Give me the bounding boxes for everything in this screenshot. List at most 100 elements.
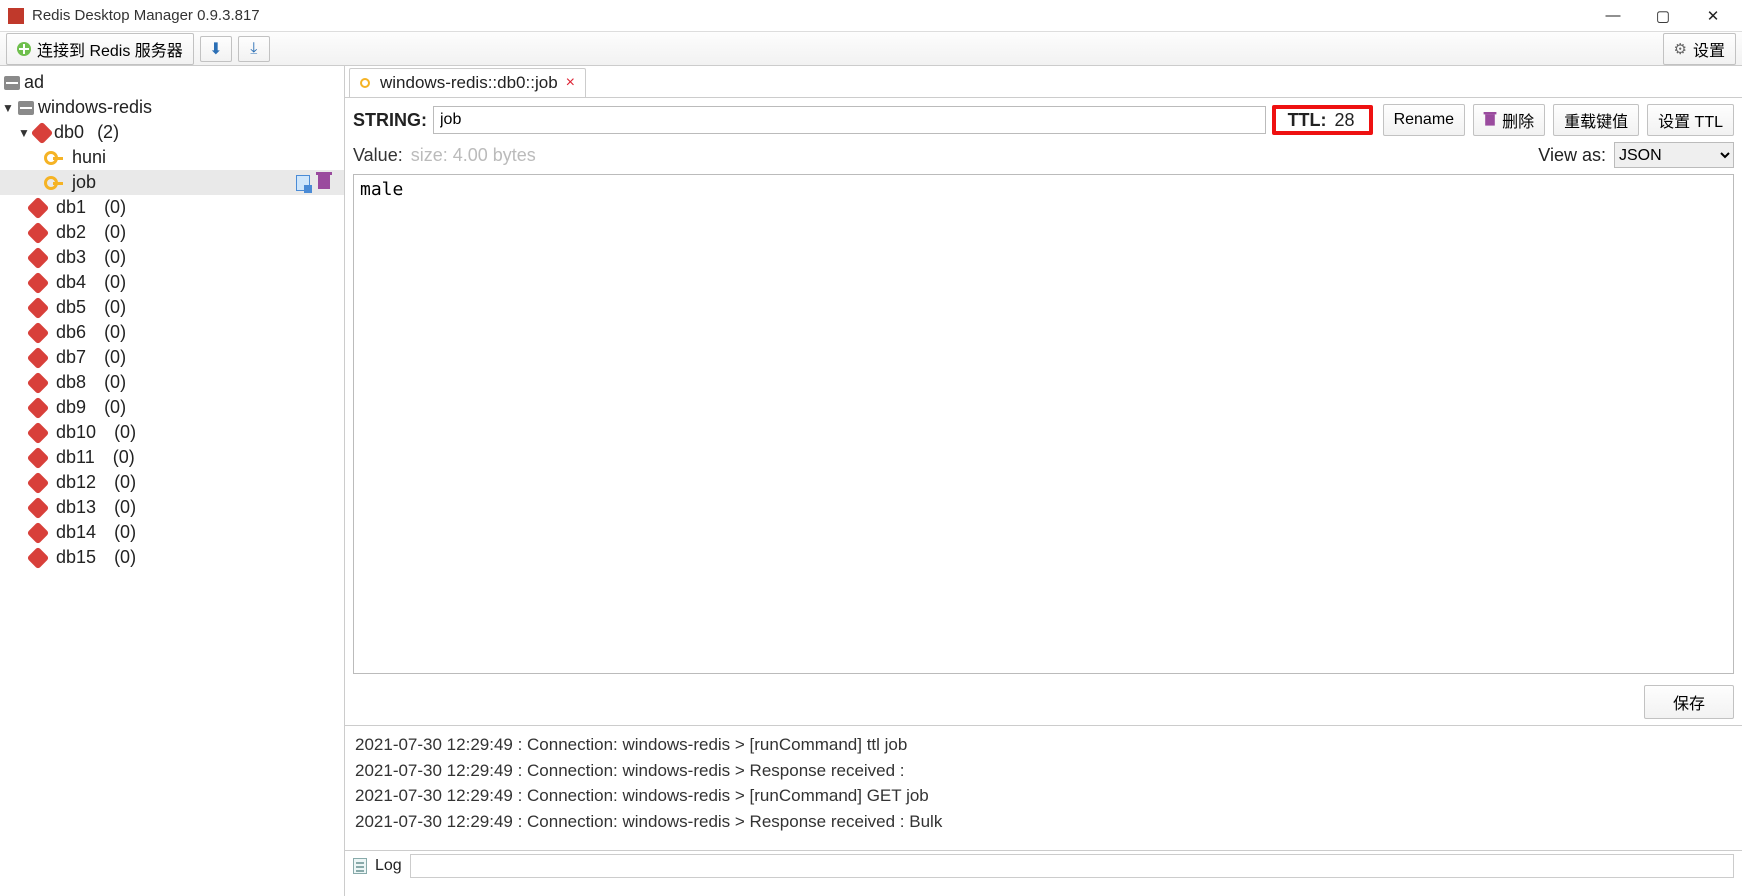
log-line: 2021-07-30 12:29:49 : Connection: window… bbox=[355, 783, 1732, 809]
database-icon bbox=[27, 546, 50, 569]
db-item-db0[interactable]: ▼ db0 (2) bbox=[0, 120, 344, 145]
db-name: db5 bbox=[56, 297, 86, 318]
key-name-input[interactable] bbox=[433, 106, 1266, 134]
db-item-db9[interactable]: db9 (0) bbox=[0, 395, 344, 420]
value-header: Value: size: 4.00 bytes View as: JSON bbox=[345, 142, 1742, 174]
delete-button[interactable]: 删除 bbox=[1473, 104, 1545, 136]
ttl-value: 28 bbox=[1335, 110, 1355, 131]
db-name: db10 bbox=[56, 422, 96, 443]
database-icon bbox=[27, 221, 50, 244]
db-item-db12[interactable]: db12 (0) bbox=[0, 470, 344, 495]
key-item-huni[interactable]: huni bbox=[0, 145, 344, 170]
key-item-job[interactable]: job bbox=[0, 170, 344, 195]
key-icon bbox=[44, 176, 58, 190]
plus-icon bbox=[17, 42, 31, 56]
command-input[interactable] bbox=[410, 854, 1734, 878]
db-count: (0) bbox=[114, 472, 136, 493]
database-icon bbox=[27, 421, 50, 444]
tab-close-icon[interactable]: × bbox=[566, 74, 575, 92]
db-item-db1[interactable]: db1 (0) bbox=[0, 195, 344, 220]
db-count: (0) bbox=[113, 447, 135, 468]
db-item-db2[interactable]: db2 (0) bbox=[0, 220, 344, 245]
export-button[interactable]: ⤓ bbox=[238, 36, 270, 62]
window-controls: — ▢ ✕ bbox=[1588, 0, 1738, 32]
db-item-db13[interactable]: db13 (0) bbox=[0, 495, 344, 520]
delete-icon[interactable] bbox=[318, 175, 330, 189]
database-icon bbox=[27, 246, 50, 269]
database-icon bbox=[27, 446, 50, 469]
viewas-select[interactable]: JSON bbox=[1614, 142, 1734, 168]
value-editor[interactable]: male bbox=[353, 174, 1734, 674]
key-header: STRING: TTL: 28 Rename 删除 重载键值 设置 TTL bbox=[345, 98, 1742, 142]
value-label: Value: bbox=[353, 145, 403, 166]
caret-icon[interactable]: ▼ bbox=[2, 101, 14, 115]
log-footer-label: Log bbox=[375, 857, 402, 875]
db-count: (0) bbox=[104, 222, 126, 243]
db-item-db14[interactable]: db14 (0) bbox=[0, 520, 344, 545]
connect-button-label: 连接到 Redis 服务器 bbox=[37, 37, 183, 61]
db-item-db6[interactable]: db6 (0) bbox=[0, 320, 344, 345]
copy-icon[interactable] bbox=[296, 175, 310, 191]
set-ttl-button[interactable]: 设置 TTL bbox=[1647, 104, 1734, 136]
server-icon bbox=[4, 76, 20, 90]
import-icon: ⬇ bbox=[207, 40, 225, 58]
main-toolbar: 连接到 Redis 服务器 ⬇ ⤓ ⚙ 设置 bbox=[0, 32, 1742, 66]
title-bar: Redis Desktop Manager 0.9.3.817 — ▢ ✕ bbox=[0, 0, 1742, 32]
db-item-db7[interactable]: db7 (0) bbox=[0, 345, 344, 370]
key-icon bbox=[360, 78, 370, 88]
db-item-db11[interactable]: db11 (0) bbox=[0, 445, 344, 470]
reload-button[interactable]: 重载键值 bbox=[1553, 104, 1639, 136]
log-icon bbox=[353, 858, 367, 874]
maximize-button[interactable]: ▢ bbox=[1638, 0, 1688, 32]
database-icon bbox=[27, 296, 50, 319]
db-name: db11 bbox=[56, 447, 95, 468]
db-item-db4[interactable]: db4 (0) bbox=[0, 270, 344, 295]
db-name: db0 bbox=[54, 122, 84, 143]
connection-ad[interactable]: ad bbox=[0, 70, 344, 95]
db-name: db8 bbox=[56, 372, 86, 393]
connection-tree[interactable]: ad ▼ windows-redis ▼ db0 (2) huni job bbox=[0, 66, 345, 896]
reload-button-label: 重载键值 bbox=[1564, 108, 1628, 132]
save-button[interactable]: 保存 bbox=[1644, 685, 1734, 719]
tab-key[interactable]: windows-redis::db0::job × bbox=[349, 68, 586, 97]
log-line: 2021-07-30 12:29:49 : Connection: window… bbox=[355, 758, 1732, 784]
minimize-button[interactable]: — bbox=[1588, 0, 1638, 32]
save-button-label: 保存 bbox=[1673, 690, 1705, 714]
log-output[interactable]: 2021-07-30 12:29:49 : Connection: window… bbox=[345, 726, 1742, 850]
db-count: (0) bbox=[114, 547, 136, 568]
close-button[interactable]: ✕ bbox=[1688, 0, 1738, 32]
db-name: db3 bbox=[56, 247, 86, 268]
db-item-db5[interactable]: db5 (0) bbox=[0, 295, 344, 320]
database-icon bbox=[27, 271, 50, 294]
db-count: (0) bbox=[104, 347, 126, 368]
connection-windows-redis[interactable]: ▼ windows-redis bbox=[0, 95, 344, 120]
db-name: db6 bbox=[56, 322, 86, 343]
import-button[interactable]: ⬇ bbox=[200, 36, 232, 62]
rename-button[interactable]: Rename bbox=[1383, 104, 1465, 136]
key-label: job bbox=[72, 172, 292, 193]
db-name: db4 bbox=[56, 272, 86, 293]
db-item-db3[interactable]: db3 (0) bbox=[0, 245, 344, 270]
caret-icon[interactable]: ▼ bbox=[18, 126, 30, 140]
db-count: (0) bbox=[114, 522, 136, 543]
db-item-db8[interactable]: db8 (0) bbox=[0, 370, 344, 395]
connect-button[interactable]: 连接到 Redis 服务器 bbox=[6, 33, 194, 65]
database-icon bbox=[27, 496, 50, 519]
db-name: db1 bbox=[56, 197, 86, 218]
db-name: db13 bbox=[56, 497, 96, 518]
log-panel: 2021-07-30 12:29:49 : Connection: window… bbox=[345, 725, 1742, 880]
db-name: db9 bbox=[56, 397, 86, 418]
set-ttl-button-label: 设置 TTL bbox=[1658, 108, 1723, 132]
connection-label: ad bbox=[24, 72, 338, 93]
db-count: (0) bbox=[104, 247, 126, 268]
db-item-db15[interactable]: db15 (0) bbox=[0, 545, 344, 570]
value-size: size: 4.00 bytes bbox=[411, 145, 536, 166]
database-icon bbox=[27, 396, 50, 419]
db-name: db7 bbox=[56, 347, 86, 368]
db-item-db10[interactable]: db10 (0) bbox=[0, 420, 344, 445]
settings-button[interactable]: ⚙ 设置 bbox=[1663, 33, 1736, 65]
save-row: 保存 bbox=[345, 679, 1742, 725]
db-name: db15 bbox=[56, 547, 96, 568]
database-icon bbox=[27, 371, 50, 394]
key-label: huni bbox=[72, 147, 338, 168]
